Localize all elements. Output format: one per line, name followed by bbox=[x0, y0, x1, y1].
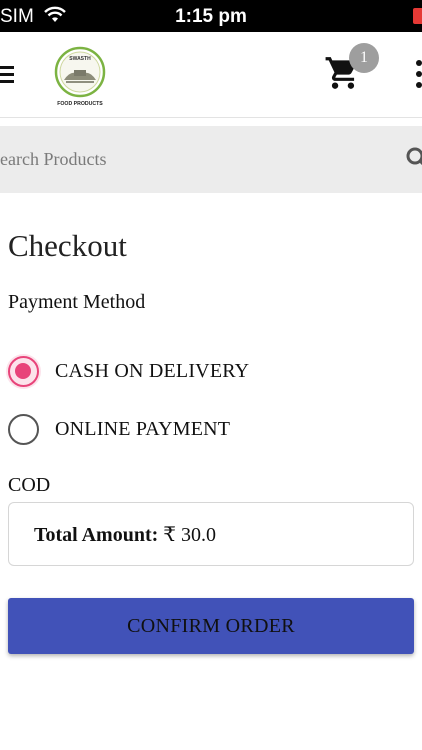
status-bar: SIM 1:15 pm bbox=[0, 0, 422, 32]
payment-option-online-payment[interactable]: ONLINE PAYMENT bbox=[8, 412, 230, 446]
svg-text:SWASTH: SWASTH bbox=[69, 56, 91, 62]
payment-option-label: ONLINE PAYMENT bbox=[55, 417, 231, 440]
total-amount-value: ₹ 30.0 bbox=[163, 524, 217, 546]
page-title: Checkout bbox=[8, 228, 127, 263]
clock: 1:15 pm bbox=[175, 6, 247, 27]
confirm-order-button[interactable]: CONFIRM ORDER bbox=[8, 598, 414, 654]
total-amount-box: Total Amount: ₹ 30.0 bbox=[8, 502, 414, 566]
radio-unchecked[interactable] bbox=[8, 413, 39, 445]
cart-count-badge: 1 bbox=[349, 43, 379, 73]
app-header: SWASTH FOOD PRODUCTS 1 bbox=[0, 32, 422, 118]
payment-option-label: CASH ON DELIVERY bbox=[55, 359, 250, 382]
hamburger-menu-icon[interactable] bbox=[0, 66, 16, 84]
vertical-ellipsis-icon[interactable] bbox=[416, 60, 422, 90]
total-amount: Total Amount: ₹ 30.0 bbox=[34, 522, 216, 547]
radio-checked[interactable] bbox=[8, 355, 39, 387]
svg-text:FOOD PRODUCTS: FOOD PRODUCTS bbox=[57, 101, 103, 107]
selected-payment-code: COD bbox=[8, 474, 51, 496]
payment-option-cash-on-delivery[interactable]: CASH ON DELIVERY bbox=[6, 353, 250, 389]
search-bar bbox=[0, 126, 422, 193]
search-input[interactable] bbox=[0, 126, 390, 193]
payment-method-label: Payment Method bbox=[8, 291, 146, 313]
battery-low-icon bbox=[413, 8, 422, 24]
swasth-logo[interactable]: SWASTH FOOD PRODUCTS bbox=[52, 46, 108, 108]
search-icon[interactable] bbox=[405, 146, 422, 170]
total-amount-label: Total Amount: bbox=[34, 524, 159, 546]
